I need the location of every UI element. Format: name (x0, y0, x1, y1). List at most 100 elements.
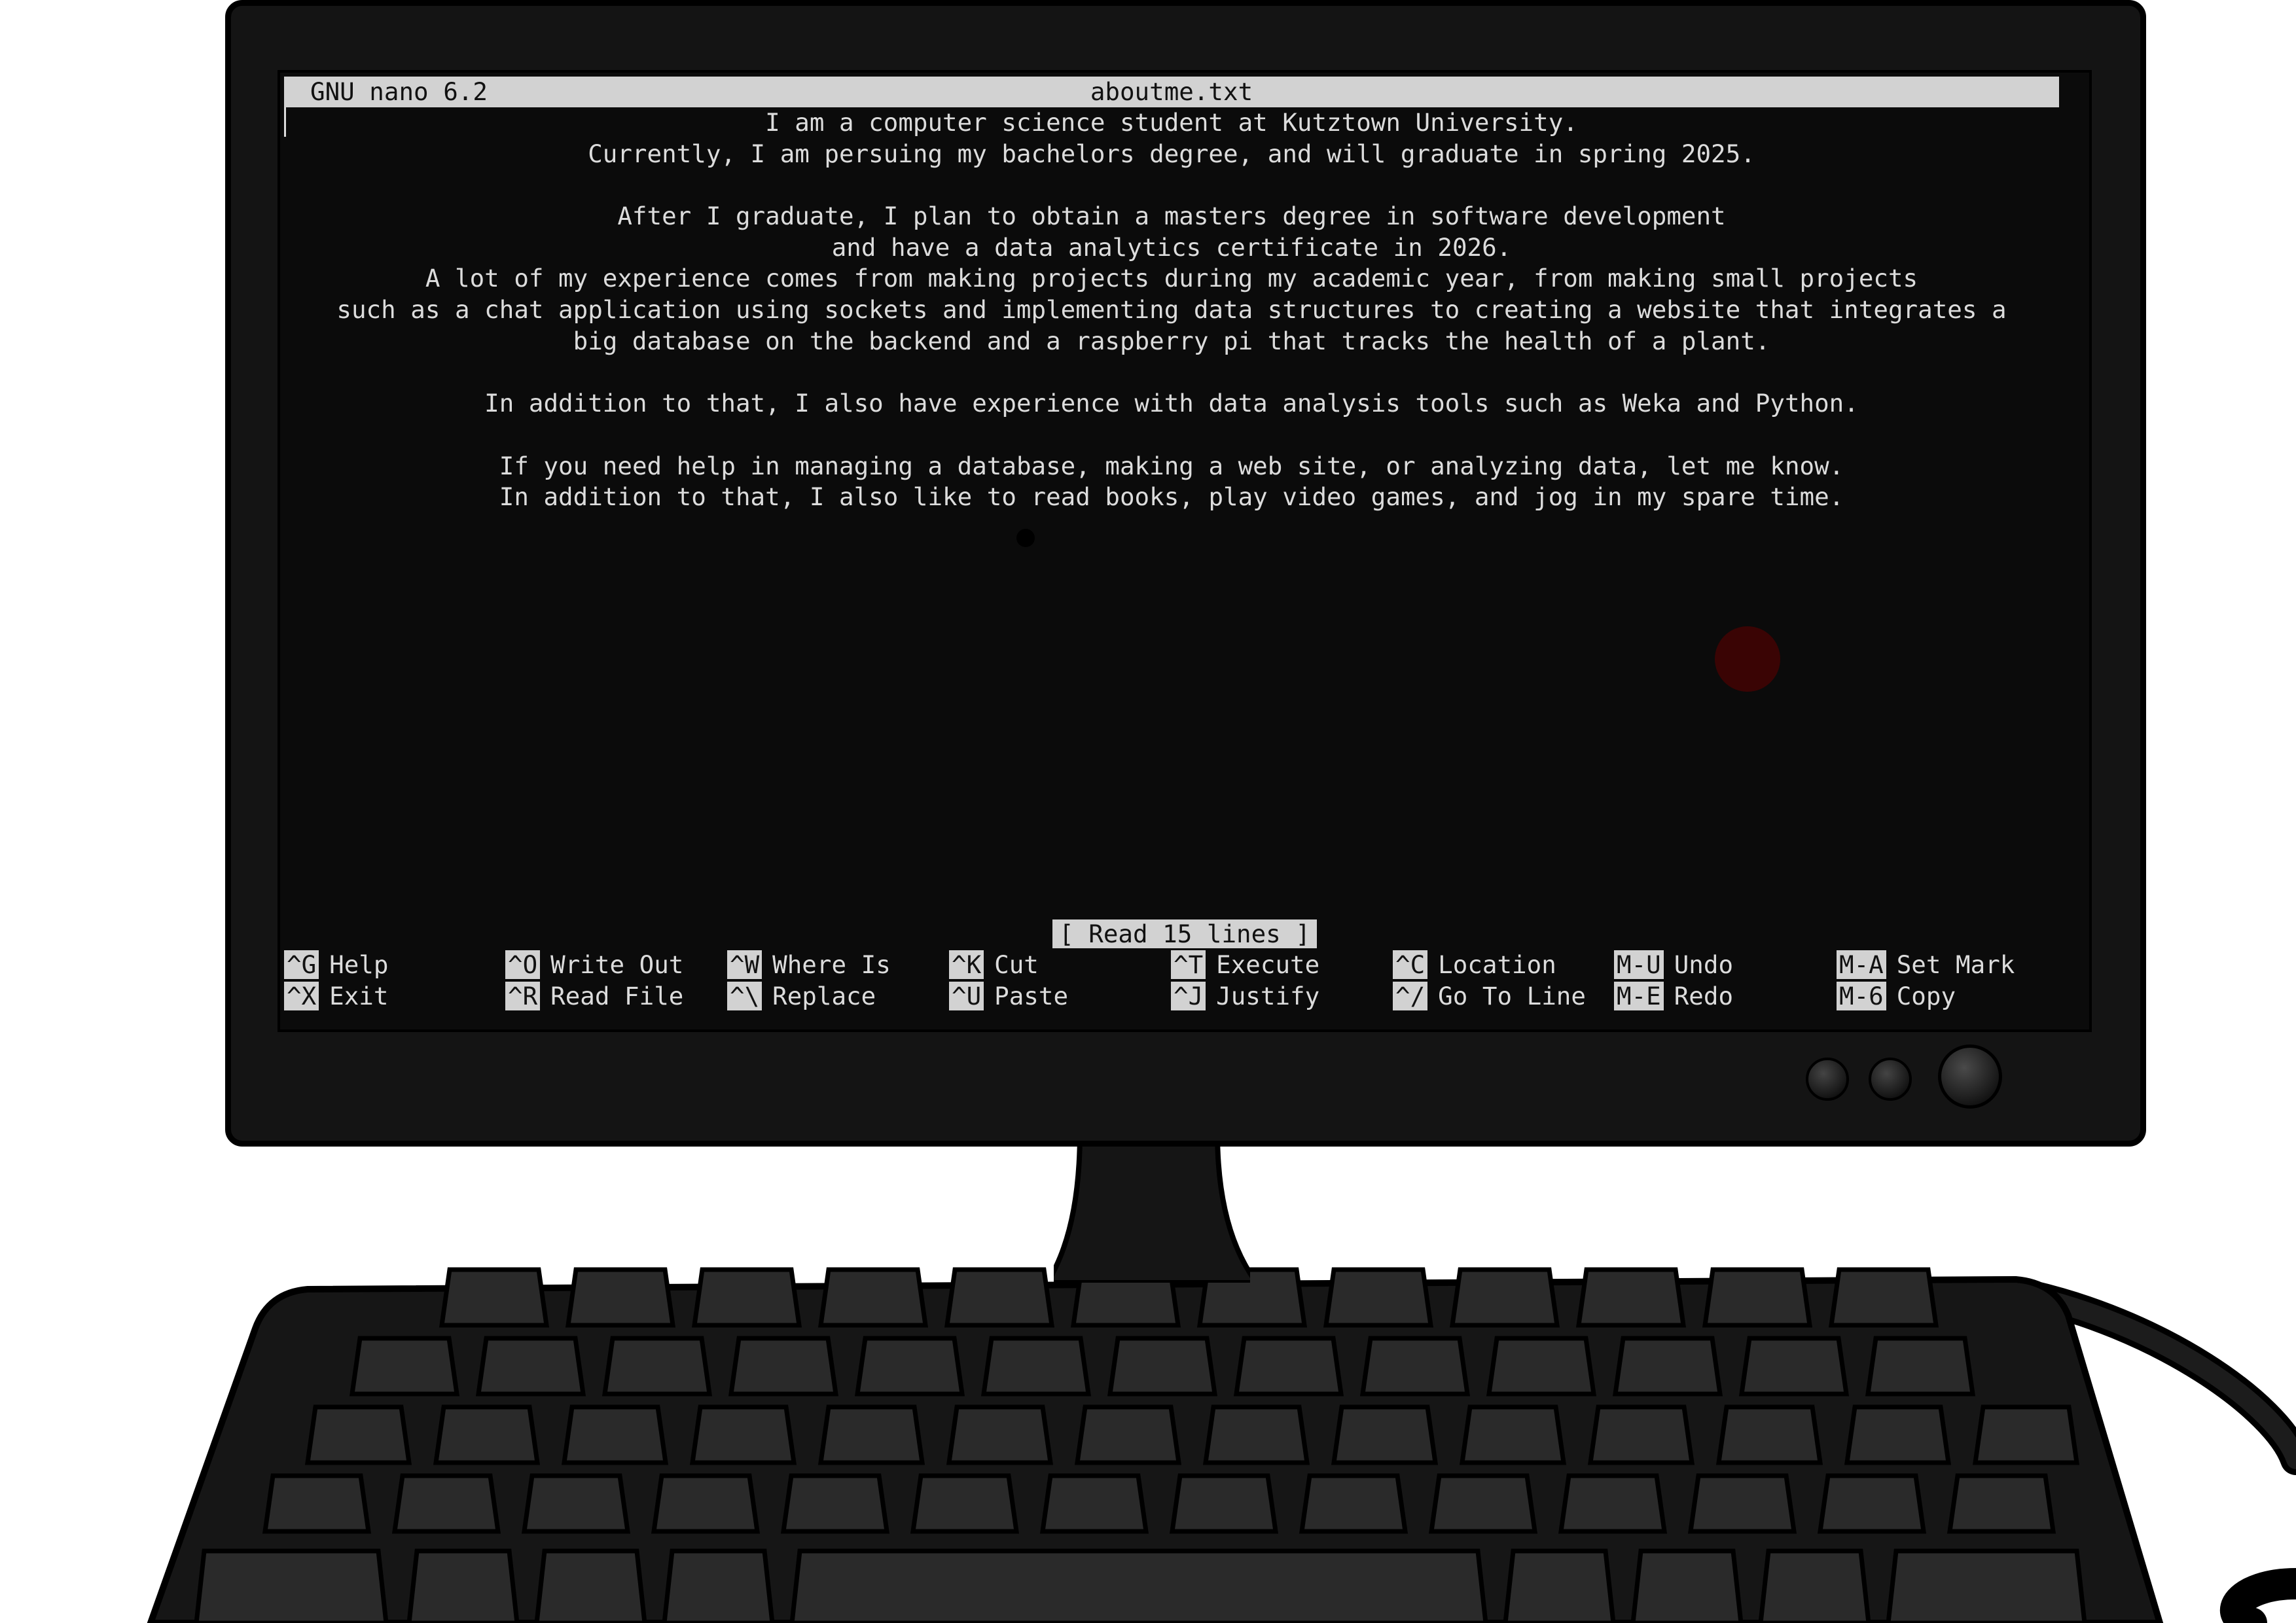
shortcut-exit[interactable]: ^X Exit (284, 981, 388, 1012)
shortcut-key: ^T (1171, 950, 1206, 979)
shortcut-key: ^R (505, 981, 541, 1010)
power-button[interactable] (1938, 1044, 2002, 1109)
keyboard-key (1575, 1267, 1687, 1328)
keyboard-key (1233, 1336, 1344, 1397)
shortcut-key: ^K (949, 950, 984, 979)
text-line[interactable]: Currently, I am persuing my bachelors de… (284, 139, 2059, 170)
shortcut-key: M-U (1614, 950, 1664, 979)
shortcut-label: Cut (994, 950, 1039, 979)
text-line[interactable]: I am a computer science student at Kutzt… (284, 107, 2059, 139)
keyboard-key (565, 1267, 676, 1328)
keyboard-key (1359, 1336, 1471, 1397)
text-line[interactable]: such as a chat application using sockets… (284, 294, 2059, 326)
shortcut-redo[interactable]: M-E Redo (1614, 981, 1733, 1012)
keyboard-key (1946, 1473, 2056, 1534)
text-line[interactable]: big database on the backend and a raspbe… (284, 326, 2059, 357)
keyboard-key (1039, 1473, 1149, 1534)
keyboard-key (561, 1404, 669, 1465)
shortcut-key: ^\ (727, 981, 762, 1010)
shortcut-cut[interactable]: ^K Cut (949, 950, 1039, 981)
keyboard-key (534, 1548, 647, 1623)
keyboard-key (946, 1404, 1054, 1465)
keyboard-key (1758, 1548, 1871, 1623)
shortcut-key: M-A (1837, 950, 1886, 979)
shortcut-help[interactable]: ^G Help (284, 950, 388, 981)
shortcut-label: Write Out (550, 950, 684, 979)
shortcut-label: Copy (1896, 981, 1956, 1010)
keyboard-key (1715, 1404, 1823, 1465)
file-name: aboutme.txt (1090, 77, 1253, 106)
shortcut-label: Execute (1216, 950, 1320, 979)
keyboard-key (1972, 1404, 2080, 1465)
shortcut-label: Undo (1674, 950, 1734, 979)
keyboard-key (817, 1267, 929, 1328)
keyboard-key (406, 1548, 520, 1623)
shortcut-label: Help (329, 950, 389, 979)
keyboard-key (780, 1473, 890, 1534)
shortcut-paste[interactable]: ^U Paste (949, 981, 1068, 1012)
monitor-button-2[interactable] (1869, 1058, 1912, 1101)
text-line[interactable]: In addition to that, I also have experie… (284, 388, 2059, 419)
text-line[interactable]: After I graduate, I plan to obtain a mas… (284, 201, 2059, 232)
keyboard-key (817, 1404, 925, 1465)
shortcut-where-is[interactable]: ^W Where Is (727, 950, 891, 981)
shortcut-label: Paste (994, 981, 1069, 1010)
monitor-button-1[interactable] (1806, 1058, 1849, 1101)
nano-terminal[interactable]: GNU nano 6.2 aboutme.txt I am a computer… (280, 73, 2089, 1029)
text-line[interactable] (284, 419, 2059, 451)
shortcut-write-out[interactable]: ^O Write Out (505, 950, 683, 981)
keyboard-key (1844, 1404, 1952, 1465)
monitor-stand (1054, 1132, 1250, 1283)
text-line[interactable]: A lot of my experience comes from making… (284, 263, 2059, 294)
keyboard-key (1817, 1473, 1927, 1534)
keyboard-key (1331, 1404, 1439, 1465)
shortcut-execute[interactable]: ^T Execute (1171, 950, 1319, 981)
keyboard-key (910, 1473, 1020, 1534)
keyboard-key (1630, 1548, 1744, 1623)
nano-title-bar: GNU nano 6.2 aboutme.txt (284, 77, 2059, 107)
shortcut-replace[interactable]: ^\ Replace (727, 981, 876, 1012)
keyboard-key (521, 1473, 631, 1534)
text-line[interactable]: and have a data analytics certificate in… (284, 232, 2059, 264)
text-line[interactable] (284, 357, 2059, 389)
shortcut-label: Read File (550, 981, 684, 1010)
keyboard-key (1107, 1336, 1218, 1397)
keyboard-key (1449, 1267, 1560, 1328)
keyboard-key (1702, 1267, 1813, 1328)
keyboard-key (662, 1548, 775, 1623)
shortcut-undo[interactable]: M-U Undo (1614, 950, 1733, 981)
shortcut-label: Where Is (772, 950, 891, 979)
shortcut-location[interactable]: ^C Location (1393, 950, 1556, 981)
shortcut-justify[interactable]: ^J Justify (1171, 981, 1319, 1012)
text-line[interactable]: If you need help in managing a database,… (284, 451, 2059, 482)
keyboard-key (1558, 1473, 1668, 1534)
shortcut-key: ^G (284, 950, 319, 979)
computer-illustration: GNU nano 6.2 aboutme.txt I am a computer… (0, 0, 2296, 1623)
keyboard-key (1886, 1548, 2087, 1623)
shortcut-key: ^J (1171, 981, 1206, 1010)
keyboard-key (194, 1548, 389, 1623)
text-area[interactable]: I am a computer science student at Kutzt… (284, 107, 2059, 513)
keyboard-key (944, 1267, 1055, 1328)
shortcut-copy[interactable]: M-6 Copy (1837, 981, 1956, 1012)
shortcut-key: ^/ (1393, 981, 1428, 1010)
shortcut-label: Replace (772, 981, 876, 1010)
shortcut-key: ^X (284, 981, 319, 1010)
shortcut-label: Set Mark (1896, 950, 2015, 979)
keyboard-key (854, 1336, 965, 1397)
status-message: [ Read 15 lines ] (1052, 919, 1317, 948)
monitor-screen: GNU nano 6.2 aboutme.txt I am a computer… (278, 70, 2092, 1032)
screen-speck (1016, 529, 1035, 547)
shortcut-label: Exit (329, 981, 389, 1010)
text-line[interactable] (284, 169, 2059, 201)
text-line[interactable]: In addition to that, I also like to read… (284, 482, 2059, 513)
shortcut-set-mark[interactable]: M-A Set Mark (1837, 950, 2015, 981)
shortcut-key: ^U (949, 981, 984, 1010)
shortcut-key: M-6 (1837, 981, 1886, 1010)
keyboard-key (439, 1267, 550, 1328)
shortcut-read-file[interactable]: ^R Read File (505, 981, 683, 1012)
keyboard-key (728, 1336, 839, 1397)
shortcut-key: ^C (1393, 950, 1428, 979)
shortcut-go-to-line[interactable]: ^/ Go To Line (1393, 981, 1586, 1012)
keyboard-key (349, 1336, 460, 1397)
